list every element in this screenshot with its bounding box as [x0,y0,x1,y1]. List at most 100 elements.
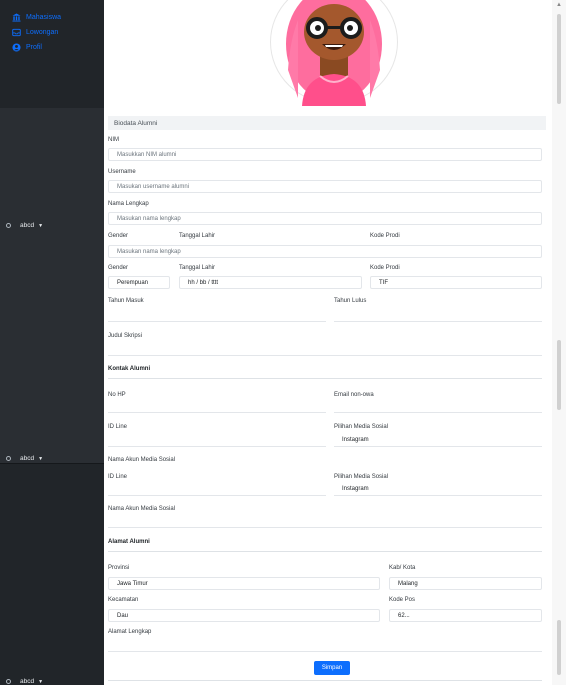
id-line-label: ID Line [108,474,128,480]
user-name: abcd [20,222,35,229]
media-sosial-select[interactable]: Instagram [334,483,542,496]
kota-select[interactable]: Malang [389,577,542,590]
gender-value: Perempuan [117,279,149,286]
avatar [6,679,11,684]
nim-input[interactable]: Masukkan NIM alumni [108,148,542,161]
kecamatan-value: Dau [117,612,129,619]
sidebar-item-label: Lowongan [26,29,59,36]
judul-skripsi-input[interactable] [108,343,542,356]
nama-input[interactable]: Masukan nama lengkap [108,212,542,225]
kode-pos-label: Kode Pos [389,597,416,603]
scrollbar-thumb[interactable] [557,14,561,104]
avatar [6,223,11,228]
akun-media-label: Nama Akun Media Sosial [108,457,176,463]
profile-avatar [270,0,398,106]
nama-placeholder: Masukan nama lengkap [117,215,181,222]
gender-label: Gender [108,233,129,239]
provinsi-label: Provinsi [108,565,130,571]
nim-label: NIM [108,137,119,143]
sidebar-panel-bottom [0,464,104,685]
kecamatan-label: Kecamatan [108,597,139,603]
alamat-section-title: Alamat Alumni [108,539,150,545]
nama-placeholder: Masukan nama lengkap [117,248,181,255]
provinsi-value: Jawa Timur [117,580,148,587]
media-sosial-label: Pilihan Media Sosial [334,424,389,430]
tahun-masuk-label: Tahun Masuk [108,298,144,304]
no-hp-input[interactable] [108,400,326,413]
page: Mahasiswa Lowongan Profil abcd ▼ abcd ▼ … [0,0,566,685]
nim-placeholder: Masukkan NIM alumni [117,151,177,158]
section-title: Biodata Alumni [114,119,158,127]
sidebar-item-label: Profil [26,44,42,51]
footer-divider [108,680,542,681]
email-label: Email non-owa [334,392,374,398]
kode-prodi-select[interactable]: TIF [370,276,542,289]
user-dropdown[interactable]: abcd ▼ [6,455,43,462]
provinsi-select[interactable]: Jawa Timur [108,577,380,590]
sidebar: Mahasiswa Lowongan Profil abcd ▼ abcd ▼ … [0,0,104,685]
username-input[interactable]: Masukan username alumni [108,180,542,193]
tanggal-lahir-input[interactable]: hh / bb / tttt [179,276,362,289]
sidebar-item-label: Mahasiswa [26,14,62,21]
judul-skripsi-label: Judul Skripsi [108,333,143,339]
sidebar-item-profil[interactable]: Profil [12,40,61,55]
scrollbar-thumb[interactable] [557,340,561,410]
tahun-lulus-input[interactable] [334,309,542,322]
kode-pos-value: 62... [398,612,410,619]
username-label: Username [108,169,136,175]
user-dropdown[interactable]: abcd ▼ [6,678,43,685]
inbox-icon [12,28,21,37]
kota-label: Kab/ Kota [389,565,416,571]
tahun-lulus-label: Tahun Lulus [334,298,367,304]
sidebar-item-mahasiswa[interactable]: Mahasiswa [12,10,61,25]
gender-label: Gender [108,265,129,271]
user-dropdown[interactable]: abcd ▼ [6,222,43,229]
biodata-section-header: Biodata Alumni [108,116,546,130]
id-line-label: ID Line [108,424,128,430]
id-line-input[interactable] [108,483,326,496]
page-scrollbar[interactable]: ▲ [552,0,566,685]
kontak-section-title: Kontak Alumni [108,366,151,372]
media-sosial-value: Instagram [342,486,369,492]
scroll-up-icon[interactable]: ▲ [556,2,562,8]
kode-prodi-value: TIF [379,279,388,286]
sidebar-nav: Mahasiswa Lowongan Profil [12,10,61,55]
sidebar-divider [0,463,104,464]
tahun-masuk-input[interactable] [108,309,326,322]
nama-label: Nama Lengkap [108,201,149,207]
caret-down-icon: ▼ [38,455,44,462]
caret-down-icon: ▼ [38,222,44,229]
media-sosial-label: Pilihan Media Sosial [334,474,389,480]
tanggal-lahir-label: Tanggal Lahir [179,233,216,239]
section-divider [108,551,542,552]
caret-down-icon: ▼ [38,678,44,685]
kode-pos-input[interactable]: 62... [389,609,542,622]
simpan-button[interactable]: Simpan [314,661,350,675]
avatar-illustration [286,0,382,106]
person-circle-icon [12,43,21,52]
sidebar-item-lowongan[interactable]: Lowongan [12,25,61,40]
akun-media-input[interactable] [108,515,542,528]
media-sosial-value: Instagram [342,437,369,443]
email-input[interactable] [334,400,542,413]
scrollbar-thumb[interactable] [557,620,561,675]
gender-select[interactable]: Perempuan [108,276,170,289]
kota-value: Malang [398,580,418,587]
bank-icon [12,13,21,22]
alamat-lengkap-input[interactable] [108,639,542,652]
alamat-lengkap-label: Alamat Lengkap [108,629,152,635]
no-hp-label: No HP [108,392,126,398]
kode-prodi-label: Kode Prodi [370,233,400,239]
section-divider [108,378,542,379]
kecamatan-select[interactable]: Dau [108,609,380,622]
user-name: abcd [20,678,35,685]
user-name: abcd [20,455,35,462]
id-line-input[interactable] [108,434,326,447]
akun-media-label: Nama Akun Media Sosial [108,506,176,512]
media-sosial-select[interactable]: Instagram [334,434,542,447]
username-placeholder: Masukan username alumni [117,183,190,190]
kode-prodi-label: Kode Prodi [370,265,400,271]
nama-input-duplicate[interactable]: Masukan nama lengkap [108,245,542,258]
main-content: Biodata Alumni NIM Masukkan NIM alumni U… [104,0,552,685]
avatar [6,456,11,461]
